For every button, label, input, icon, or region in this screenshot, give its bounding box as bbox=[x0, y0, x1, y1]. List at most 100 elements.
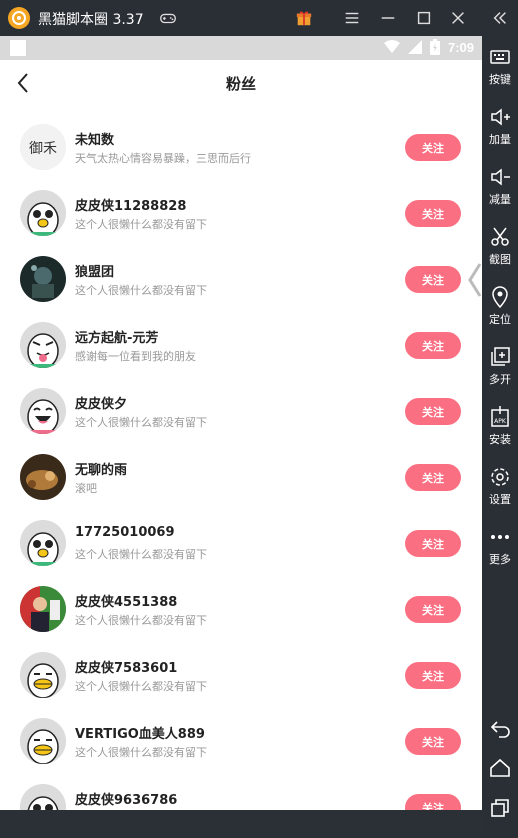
follow-button[interactable]: 关注 bbox=[405, 398, 461, 425]
follow-button[interactable]: 关注 bbox=[405, 794, 461, 810]
toolbar-label: 设置 bbox=[489, 493, 511, 506]
gift-icon[interactable] bbox=[292, 6, 316, 30]
follower-name[interactable]: 17725010069 bbox=[75, 525, 175, 540]
minimize-icon[interactable] bbox=[376, 6, 400, 30]
follower-signature: 这个人很懒什么都没有留下 bbox=[75, 218, 207, 231]
follower-row[interactable]: 皮皮侠11288828 这个人很懒什么都没有留下 关注 bbox=[0, 180, 482, 246]
laughing-face-avatar[interactable] bbox=[20, 388, 66, 434]
follower-signature: 这个人很懒什么都没有留下 bbox=[75, 614, 207, 627]
animal-photo-avatar[interactable] bbox=[20, 454, 66, 500]
keyboard-icon bbox=[490, 50, 510, 64]
android-back-key-icon[interactable] bbox=[488, 716, 512, 740]
toolbar-label: 定位 bbox=[489, 313, 511, 326]
window-title: 黑猫脚本圈 3.37 bbox=[38, 12, 144, 28]
follower-name[interactable]: 皮皮侠夕 bbox=[75, 393, 127, 412]
follower-signature: 滚吧 bbox=[75, 482, 97, 495]
signal-icon bbox=[407, 40, 422, 54]
default-penguin-avatar[interactable] bbox=[20, 190, 66, 236]
page-header: 粉丝 bbox=[0, 60, 482, 106]
toolbar-label: 加量 bbox=[489, 133, 511, 146]
app-logo-icon bbox=[8, 7, 30, 29]
follower-row[interactable]: 狼盟团这个人很懒什么都没有留下 关注 bbox=[0, 246, 482, 312]
follow-button[interactable]: 关注 bbox=[405, 662, 461, 689]
follower-name[interactable]: 皮皮侠9636786 bbox=[75, 789, 177, 808]
toolbar-item-volume-up[interactable]: 加量 bbox=[482, 100, 518, 156]
gamepad-icon[interactable] bbox=[156, 6, 180, 30]
follow-button[interactable]: 关注 bbox=[405, 200, 461, 227]
emulator-window: 黑猫脚本圈 3.37 7:09 粉丝 御禾 未知数 天气太热心情容易暴躁，三思而… bbox=[0, 0, 518, 838]
toolbar-item-multi-instance[interactable]: 多开 bbox=[482, 340, 518, 396]
follower-name[interactable]: VERTIGO血美人889 bbox=[75, 723, 205, 742]
follower-row[interactable]: 皮皮侠夕这个人很懒什么都没有留下 关注 bbox=[0, 378, 482, 444]
android-home-key-icon[interactable] bbox=[488, 756, 512, 780]
follower-row[interactable]: 皮皮侠4551388 这个人很懒什么都没有留下 关注 bbox=[0, 576, 482, 642]
follower-name[interactable]: 远方起航-元芳 bbox=[75, 327, 158, 346]
follow-button[interactable]: 关注 bbox=[405, 464, 461, 491]
toolbar-item-location-pin[interactable]: 定位 bbox=[482, 280, 518, 336]
follower-name[interactable]: 未知数 bbox=[75, 129, 114, 148]
follower-signature: 这个人很懒什么都没有留下 bbox=[75, 284, 207, 297]
toolbar-label: 更多 bbox=[489, 553, 511, 566]
follower-row[interactable]: 皮皮侠7583601 这个人很懒什么都没有留下 关注 bbox=[0, 642, 482, 708]
emulator-side-toolbar: 按键加量减量截图定位多开 APK 安装设置更多 bbox=[482, 36, 518, 838]
follow-button[interactable]: 关注 bbox=[405, 728, 461, 755]
scissors-icon bbox=[491, 227, 509, 246]
more-dots-icon bbox=[491, 535, 509, 539]
toolbar-item-volume-down[interactable]: 减量 bbox=[482, 160, 518, 216]
toolbar-item-scissors[interactable]: 截图 bbox=[482, 220, 518, 276]
menu-icon[interactable] bbox=[340, 6, 364, 30]
toolbar-item-gear[interactable]: 设置 bbox=[482, 460, 518, 516]
follower-row[interactable]: 无聊的雨滚吧 关注 bbox=[0, 444, 482, 510]
dark-photo-avatar[interactable] bbox=[20, 256, 66, 302]
collapse-sidebar-icon[interactable] bbox=[488, 6, 512, 30]
follower-name[interactable]: 无聊的雨 bbox=[75, 459, 127, 478]
page-title: 粉丝 bbox=[225, 75, 256, 93]
duck-face-avatar[interactable] bbox=[20, 652, 66, 698]
follower-row[interactable]: 17725010069 这个人很懒什么都没有留下 关注 bbox=[0, 510, 482, 576]
duck-face-avatar[interactable] bbox=[20, 718, 66, 764]
follower-row[interactable]: 御禾 未知数天气太热心情容易暴躁，三思而后行 关注 bbox=[0, 114, 482, 180]
location-pin-icon bbox=[492, 286, 508, 308]
follow-button[interactable]: 关注 bbox=[405, 530, 461, 557]
notification-icon bbox=[10, 40, 26, 56]
follower-row[interactable]: VERTIGO血美人889 这个人很懒什么都没有留下 关注 bbox=[0, 708, 482, 774]
toolbar-label: 多开 bbox=[489, 373, 511, 386]
follow-button[interactable]: 关注 bbox=[405, 596, 461, 623]
follower-name[interactable]: 皮皮侠11288828 bbox=[75, 195, 186, 214]
volume-up-icon bbox=[491, 108, 510, 126]
toolbar-item-keyboard[interactable]: 按键 bbox=[482, 40, 518, 96]
tongue-face-avatar[interactable] bbox=[20, 322, 66, 368]
toolbar-label: 减量 bbox=[489, 193, 511, 206]
toolbar-label: 截图 bbox=[489, 253, 511, 266]
person-photo-avatar[interactable] bbox=[20, 586, 66, 632]
side-drawer-handle-icon[interactable] bbox=[466, 260, 482, 300]
toolbar-label: 安装 bbox=[489, 433, 511, 446]
follower-name[interactable]: 狼盟团 bbox=[75, 261, 114, 280]
android-recents-key-icon[interactable] bbox=[488, 796, 512, 820]
follower-signature: 感谢每一位看到我的朋友 bbox=[75, 350, 196, 363]
window-bottom-edge bbox=[0, 810, 482, 838]
volume-down-icon bbox=[491, 168, 510, 186]
default-penguin-avatar[interactable] bbox=[20, 784, 66, 810]
follower-signature: 这个人很懒什么都没有留下 bbox=[75, 416, 207, 429]
toolbar-item-apk-install[interactable]: APK 安装 bbox=[482, 400, 518, 456]
emulator-title-bar: 黑猫脚本圈 3.37 bbox=[0, 0, 518, 36]
follow-button[interactable]: 关注 bbox=[405, 266, 461, 293]
battery-icon bbox=[429, 39, 440, 55]
close-icon[interactable] bbox=[446, 6, 470, 30]
maximize-icon[interactable] bbox=[412, 6, 436, 30]
calligraphy-avatar[interactable]: 御禾 bbox=[20, 124, 66, 170]
follower-name[interactable]: 皮皮侠7583601 bbox=[75, 657, 177, 676]
follow-button[interactable]: 关注 bbox=[405, 332, 461, 359]
default-penguin-avatar[interactable] bbox=[20, 520, 66, 566]
follower-row[interactable]: 皮皮侠9636786 关注 bbox=[0, 774, 482, 810]
wifi-icon bbox=[383, 40, 400, 53]
toolbar-label: 按键 bbox=[489, 73, 511, 86]
follower-row[interactable]: 远方起航-元芳感谢每一位看到我的朋友 关注 bbox=[0, 312, 482, 378]
follower-signature: 天气太热心情容易暴躁，三思而后行 bbox=[75, 152, 251, 165]
follower-list: 御禾 未知数 天气太热心情容易暴躁，三思而后行 关注 皮皮侠11288828 这个人很懒什… bbox=[0, 114, 482, 810]
toolbar-item-more-dots[interactable]: 更多 bbox=[482, 520, 518, 576]
follower-name[interactable]: 皮皮侠4551388 bbox=[75, 591, 177, 610]
svg-text:APK: APK bbox=[494, 418, 507, 425]
follow-button[interactable]: 关注 bbox=[405, 134, 461, 161]
